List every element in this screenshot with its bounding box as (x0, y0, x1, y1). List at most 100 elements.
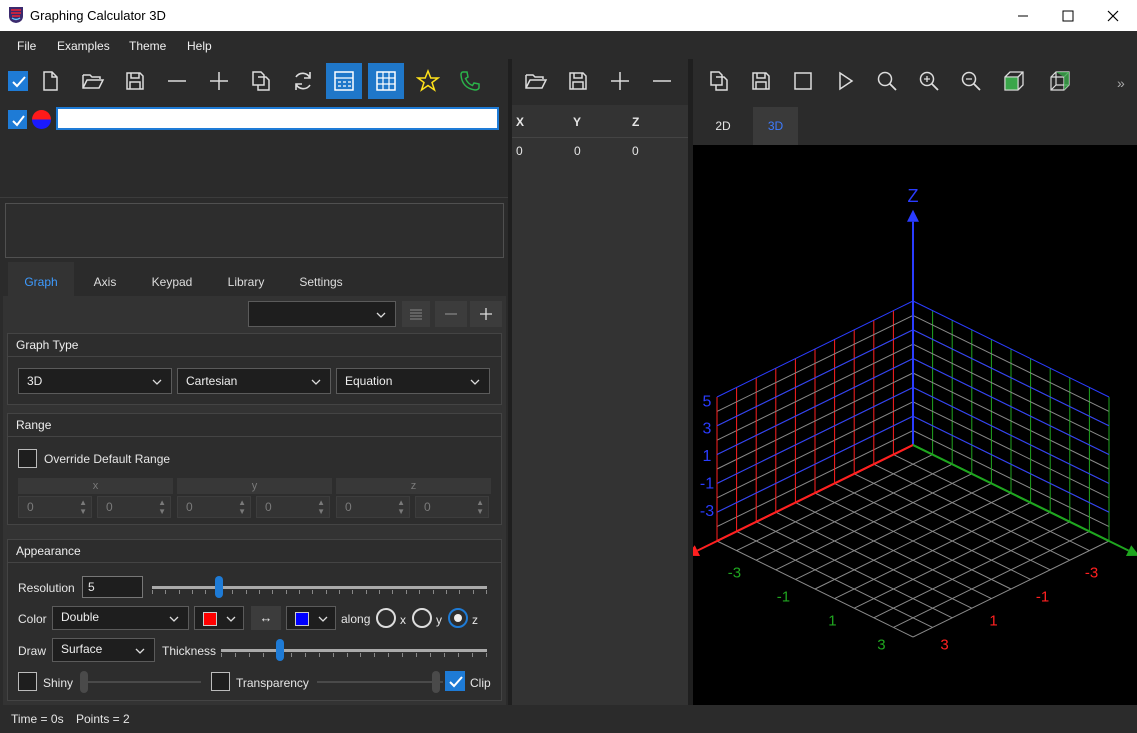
tab-keypad[interactable]: Keypad (142, 271, 202, 299)
select-all-checkbox[interactable] (0, 63, 36, 99)
calculator-view-button[interactable] (326, 63, 362, 99)
range-title: Range (8, 414, 501, 437)
z-min-input[interactable]: 0 ▲ ▼ (336, 496, 410, 518)
grid-view-button[interactable] (368, 63, 404, 99)
remove-button[interactable] (159, 63, 195, 99)
override-range-checkbox[interactable] (18, 449, 37, 468)
solid-cube-button[interactable] (996, 63, 1032, 99)
cell-y[interactable]: 0 (574, 144, 581, 158)
points-open-button[interactable] (518, 63, 554, 99)
status-points: Points = 2 (76, 712, 130, 726)
close-button[interactable] (1090, 0, 1136, 31)
cell-z[interactable]: 0 (632, 144, 639, 158)
y-max-input[interactable]: 0 ▲ ▼ (256, 496, 330, 518)
zoom-in-button[interactable] (911, 63, 947, 99)
x-max-input[interactable]: 0 ▲ ▼ (97, 496, 171, 518)
new-button[interactable] (32, 63, 68, 99)
slider-tick (459, 590, 460, 594)
wire-cube-button[interactable] (1042, 63, 1078, 99)
slider-tick (235, 653, 236, 657)
preset-list-button[interactable] (402, 301, 430, 327)
graph-type-group: Graph Type 3D Cartesian Equation (7, 333, 502, 405)
spin-arrows-icon: ▲ ▼ (317, 498, 325, 516)
tab-2d[interactable]: 2D (693, 107, 753, 145)
tab-settings[interactable]: Settings (292, 271, 350, 299)
slider-tick (259, 590, 260, 594)
preset-dropdown[interactable] (248, 301, 396, 327)
chevron-down-icon (226, 616, 236, 622)
z-max-input[interactable]: 0 ▲ ▼ (415, 496, 489, 518)
menu-theme[interactable]: Theme (129, 39, 166, 53)
resolution-slider-ticks (152, 590, 487, 594)
chevron-down-icon (311, 379, 321, 385)
view-save-button[interactable] (743, 63, 779, 99)
view-toolbar: » (693, 63, 1137, 103)
resolution-input[interactable]: 5 (82, 576, 143, 598)
slider-tick (221, 653, 222, 657)
color-gradient-icon[interactable] (32, 110, 51, 129)
x-min-input[interactable]: 0 ▲ ▼ (18, 496, 92, 518)
overflow-chevron-icon[interactable]: » (1117, 75, 1125, 91)
table-row[interactable]: 0 0 0 (512, 138, 688, 162)
swap-colors-button[interactable]: ↔ (251, 606, 281, 630)
thickness-label: Thickness (162, 644, 217, 658)
view-copy-button[interactable] (701, 63, 737, 99)
form-value: Equation (345, 374, 393, 388)
tab-axis[interactable]: Axis (84, 271, 126, 299)
call-button[interactable] (452, 63, 488, 99)
x-tick-label: 3 (940, 636, 948, 653)
thickness-slider-track[interactable] (221, 649, 487, 652)
preset-remove-button[interactable] (435, 301, 467, 327)
maximize-button[interactable] (1045, 0, 1091, 31)
clip-checkbox[interactable] (445, 671, 465, 691)
refresh-button[interactable] (285, 63, 321, 99)
equation-input[interactable] (56, 107, 499, 130)
resolution-slider-thumb[interactable] (215, 576, 223, 598)
dimension-select[interactable]: 3D (18, 368, 172, 394)
primary-color-picker[interactable] (194, 606, 244, 630)
points-add-button[interactable] (602, 63, 638, 99)
open-button[interactable] (75, 63, 111, 99)
play-button[interactable] (827, 63, 863, 99)
tab-3d[interactable]: 3D (753, 107, 798, 145)
secondary-color-picker[interactable] (286, 606, 336, 630)
cell-x[interactable]: 0 (516, 144, 523, 158)
equation-visible-checkbox[interactable] (8, 110, 27, 129)
color-mode-select[interactable]: Double (52, 606, 189, 630)
points-remove-button[interactable] (644, 63, 680, 99)
graph-canvas-3d[interactable]: ZXY531-1-3-3-113-3-113 (693, 145, 1137, 705)
shiny-checkbox[interactable] (18, 672, 37, 691)
tab-library[interactable]: Library (220, 271, 272, 299)
menu-examples[interactable]: Examples (57, 39, 110, 53)
along-y-radio[interactable] (412, 608, 432, 628)
draw-mode-select[interactable]: Surface (52, 638, 155, 662)
stop-button[interactable] (785, 63, 821, 99)
transparency-slider-track[interactable] (317, 681, 443, 683)
preset-add-button[interactable] (470, 301, 502, 327)
along-x-radio[interactable] (376, 608, 396, 628)
transparency-checkbox[interactable] (211, 672, 230, 691)
transparency-slider-thumb[interactable] (432, 671, 440, 693)
resolution-slider-track[interactable] (152, 586, 487, 589)
coordinate-select[interactable]: Cartesian (177, 368, 331, 394)
shiny-slider-track[interactable] (83, 681, 201, 683)
x-tick-label: -3 (1085, 564, 1098, 581)
save-button[interactable] (117, 63, 153, 99)
zoom-button[interactable] (869, 63, 905, 99)
minimize-button[interactable] (1000, 0, 1046, 31)
3d-axes-plot[interactable]: ZXY531-1-3-3-113-3-113 (693, 145, 1137, 705)
zoom-out-button[interactable] (953, 63, 989, 99)
menu-help[interactable]: Help (187, 39, 212, 53)
add-button[interactable] (201, 63, 237, 99)
thickness-slider-thumb[interactable] (276, 639, 284, 661)
along-z-radio[interactable] (448, 608, 468, 628)
y-min-input[interactable]: 0 ▲ ▼ (177, 496, 251, 518)
copy-button[interactable] (243, 63, 279, 99)
favorite-button[interactable] (410, 63, 446, 99)
menu-file[interactable]: File (17, 39, 36, 53)
shiny-slider-thumb[interactable] (80, 671, 88, 693)
points-save-button[interactable] (560, 63, 596, 99)
tab-graph[interactable]: Graph (8, 271, 74, 299)
cube-solid-icon (1004, 71, 1024, 91)
form-select[interactable]: Equation (336, 368, 490, 394)
